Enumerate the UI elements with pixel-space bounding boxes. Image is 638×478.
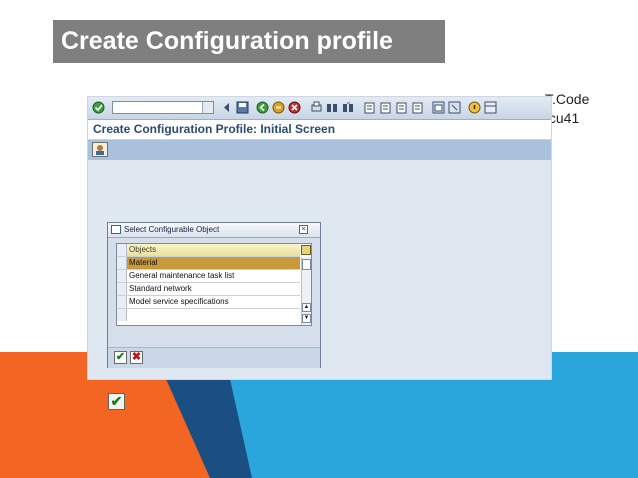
window-icon (111, 225, 121, 234)
tcode-note: T.Code :cu41 (545, 90, 589, 128)
save-icon[interactable] (236, 101, 249, 114)
back-icon[interactable] (256, 101, 269, 114)
cancel-icon[interactable] (288, 101, 301, 114)
find-next-icon[interactable] (342, 101, 355, 114)
application-toolbar (88, 139, 551, 161)
select-all-cell[interactable] (117, 244, 127, 256)
column-header-objects: Objects (129, 245, 157, 254)
table-row-model-service-specifications[interactable]: Model service specifications (117, 296, 300, 309)
row-selector[interactable] (117, 296, 127, 308)
row-label: General maintenance task list (129, 271, 235, 280)
table-settings-icon[interactable] (301, 245, 311, 255)
close-icon[interactable]: × (299, 225, 308, 234)
command-field[interactable] (112, 101, 214, 114)
new-session-icon[interactable] (432, 101, 445, 114)
find-icon[interactable] (326, 101, 339, 114)
tcode-label: T.Code (545, 91, 590, 107)
command-dropdown-icon[interactable] (202, 102, 213, 113)
table-row-standard-network[interactable]: Standard network (117, 283, 300, 296)
scroll-down-icon[interactable]: ▼ (302, 314, 311, 323)
cancel-button[interactable]: ✖ (130, 351, 143, 364)
confirm-button[interactable]: ✔ (114, 351, 127, 364)
person-icon (96, 145, 104, 155)
previous-page-icon[interactable] (380, 101, 393, 114)
next-page-icon[interactable] (396, 101, 409, 114)
row-label: Model service specifications (129, 297, 229, 306)
table-row-empty[interactable] (117, 309, 300, 322)
objects-table: Objects Material General maintenance tas… (116, 243, 312, 326)
row-label: Standard network (129, 284, 192, 293)
exit-icon[interactable] (272, 101, 285, 114)
table-header: Objects (117, 244, 300, 257)
dialog-footer: ✔ ✖ (108, 347, 320, 368)
print-icon[interactable] (310, 101, 323, 114)
row-selector[interactable] (117, 283, 127, 295)
layout-icon[interactable] (484, 101, 497, 114)
row-selector[interactable] (117, 270, 127, 282)
table-row-material[interactable]: Material (117, 257, 300, 270)
sap-toolbar (88, 97, 551, 120)
profile-picture-button[interactable] (92, 142, 108, 157)
back-arrow-icon[interactable] (220, 101, 233, 114)
row-selector[interactable] (117, 257, 127, 269)
enter-icon[interactable] (92, 101, 105, 114)
vertical-scrollbar[interactable]: ▲ ▼ (301, 257, 311, 325)
shortcut-icon[interactable] (448, 101, 461, 114)
tcode-value: :cu41 (545, 110, 580, 126)
screen-title: Create Configuration Profile: Initial Sc… (93, 122, 336, 136)
row-label: Material (129, 258, 158, 267)
first-page-icon[interactable] (364, 101, 377, 114)
last-page-icon[interactable] (412, 101, 425, 114)
checkmark-icon: ✔ (108, 393, 125, 410)
dialog-title: Select Configurable Object (124, 225, 220, 234)
dialog-title-bar: Select Configurable Object × (108, 223, 320, 238)
scroll-thumb[interactable] (302, 259, 311, 270)
help-icon[interactable] (468, 101, 481, 114)
row-selector[interactable] (117, 309, 127, 321)
scroll-up-icon[interactable]: ▲ (302, 303, 311, 312)
table-row-general-maintenance-task-list[interactable]: General maintenance task list (117, 270, 300, 283)
slide-title: Create Configuration profile (53, 20, 445, 63)
select-configurable-object-dialog: Select Configurable Object × Objects Mat… (107, 222, 321, 368)
